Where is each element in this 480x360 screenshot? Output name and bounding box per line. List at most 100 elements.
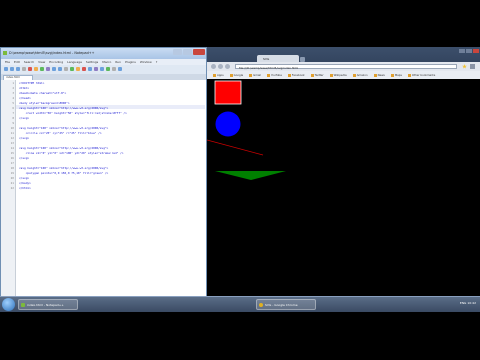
taskbar-label: SVG - Google Chrome (265, 303, 298, 307)
bookmark-item[interactable]: Apps (213, 73, 224, 77)
line-number: 1 (12, 81, 14, 85)
code-line: <svg height="100" xmlns="http://www.w3.o… (19, 126, 109, 130)
bookmark-item[interactable]: YouTube (267, 73, 282, 77)
bookmark-item[interactable]: Other bookmarks (408, 73, 435, 77)
browser-minimize-button[interactable] (459, 49, 465, 53)
close-button[interactable] (193, 49, 205, 55)
sync-icon[interactable] (94, 67, 98, 71)
line-number: 5 (12, 101, 14, 105)
menu-item[interactable]: Window (140, 60, 152, 64)
menu-item[interactable]: Language (67, 60, 82, 64)
line-number: 15 (10, 151, 14, 155)
menu-item[interactable]: View (38, 60, 45, 64)
browser-maximize-button[interactable] (466, 49, 472, 53)
play-icon[interactable] (118, 67, 122, 71)
find-icon[interactable] (70, 67, 74, 71)
line-number: 4 (12, 96, 14, 100)
browser-close-button[interactable] (473, 49, 479, 53)
code-line: </svg> (19, 136, 30, 140)
red-rectangle (214, 80, 242, 105)
undo-icon[interactable] (58, 67, 62, 71)
blue-circle (215, 111, 241, 137)
maximize-button[interactable] (183, 49, 192, 55)
wrap-icon[interactable] (100, 67, 104, 71)
code-line: </svg> (19, 116, 30, 120)
taskbar-label: index.html - Notepad++ (27, 303, 64, 307)
menu-item[interactable]: Settings (86, 60, 98, 64)
menu-item[interactable]: Plugins (125, 60, 136, 64)
menu-item[interactable]: Edit (14, 60, 20, 64)
bookmark-item[interactable]: Amazon (353, 73, 368, 77)
zoom-out-icon[interactable] (88, 67, 92, 71)
browser-viewport (207, 79, 480, 309)
record-icon[interactable] (112, 67, 116, 71)
system-tray[interactable]: ENG 10:42 (415, 298, 478, 311)
copy-icon[interactable] (46, 67, 50, 71)
code-line: <circle cx="25" cy="25" r="25" fill="blu… (19, 131, 102, 135)
bookmark-item[interactable]: Maps (391, 73, 402, 77)
indent-icon[interactable] (106, 67, 110, 71)
minimize-button[interactable] (173, 49, 182, 55)
code-line: <svg height="100" xmlns="http://www.w3.o… (19, 166, 109, 170)
bookmark-item[interactable]: Facebook (288, 73, 305, 77)
tab-label: index.html (6, 76, 20, 79)
back-icon[interactable] (211, 64, 216, 69)
start-button[interactable] (2, 298, 15, 311)
bookmark-item[interactable]: News (374, 73, 385, 77)
code-line: </svg> (19, 156, 30, 160)
code-line: <rect width="50" height="50" style="fill… (19, 111, 127, 115)
code-line: <body style="background:#000"> (19, 101, 70, 105)
save-icon[interactable] (16, 67, 20, 71)
svg-output (207, 80, 286, 180)
line-number: 8 (12, 116, 14, 120)
print-icon[interactable] (34, 67, 38, 71)
line-number: 2 (12, 86, 14, 90)
menu-item[interactable]: ? (156, 60, 158, 64)
new-file-icon[interactable] (4, 67, 8, 71)
menu-item[interactable]: Encoding (49, 60, 63, 64)
code-line: <polygon points="0,0 150,0 75,10" fill="… (19, 171, 109, 175)
close-icon[interactable] (28, 67, 32, 71)
line-number: 10 (10, 126, 14, 130)
address-bar[interactable]: file:///D:/wamp/www/html5/svg/index.html (235, 64, 457, 70)
line-number: 7 (12, 111, 14, 115)
line-number: 12 (10, 136, 14, 140)
line-number: 9 (12, 121, 14, 125)
line-number: 22 (10, 186, 14, 190)
code-line: </head> (19, 96, 31, 100)
menu-item[interactable]: Search (24, 60, 34, 64)
taskbar-item-chrome[interactable]: SVG - Google Chrome (256, 299, 316, 310)
code-line: </body> (19, 181, 31, 185)
code-line: </html> (19, 186, 31, 190)
menu-item[interactable]: Run (115, 60, 121, 64)
green-triangle (215, 171, 286, 180)
redo-icon[interactable] (64, 67, 68, 71)
line-number: 11 (10, 131, 14, 135)
bookmark-item[interactable]: Twitter (311, 73, 324, 77)
browser-tab[interactable]: SVG (257, 55, 299, 62)
menu-item[interactable]: File (5, 60, 10, 64)
chrome-icon (259, 303, 263, 307)
open-file-icon[interactable] (10, 67, 14, 71)
forward-icon[interactable] (218, 64, 223, 69)
bookmark-item[interactable]: Google (230, 73, 243, 77)
reload-icon[interactable] (225, 64, 230, 69)
zoom-in-icon[interactable] (82, 67, 86, 71)
browser-window: SVG file:///D:/wamp/www/html5/svg/index.… (207, 47, 480, 309)
menu-icon[interactable] (470, 64, 475, 69)
address-text: file:///D:/wamp/www/html5/svg/index.html (239, 65, 299, 70)
taskbar-item-notepad[interactable]: index.html - Notepad++ (18, 299, 78, 310)
bookmark-item[interactable]: Gmail (249, 73, 261, 77)
cut-icon[interactable] (40, 67, 44, 71)
bookmark-item[interactable]: Wikipedia (330, 73, 347, 77)
editor-title: D:\wamp\www\html5\svg\index.html - Notep… (9, 51, 95, 55)
code-line: <head><meta charset="utf-8"> (19, 91, 67, 95)
paste-icon[interactable] (52, 67, 56, 71)
tray-clock: ENG 10:42 (459, 301, 476, 305)
editor-titlebar[interactable]: D:\wamp\www\html5\svg\index.html - Notep… (1, 48, 206, 59)
line-number: 20 (10, 176, 14, 180)
save-all-icon[interactable] (22, 67, 26, 71)
menu-item[interactable]: Macro (102, 60, 111, 64)
code-area[interactable]: <!DOCTYPE html> <html> <head><meta charset… (17, 80, 205, 302)
replace-icon[interactable] (76, 67, 80, 71)
